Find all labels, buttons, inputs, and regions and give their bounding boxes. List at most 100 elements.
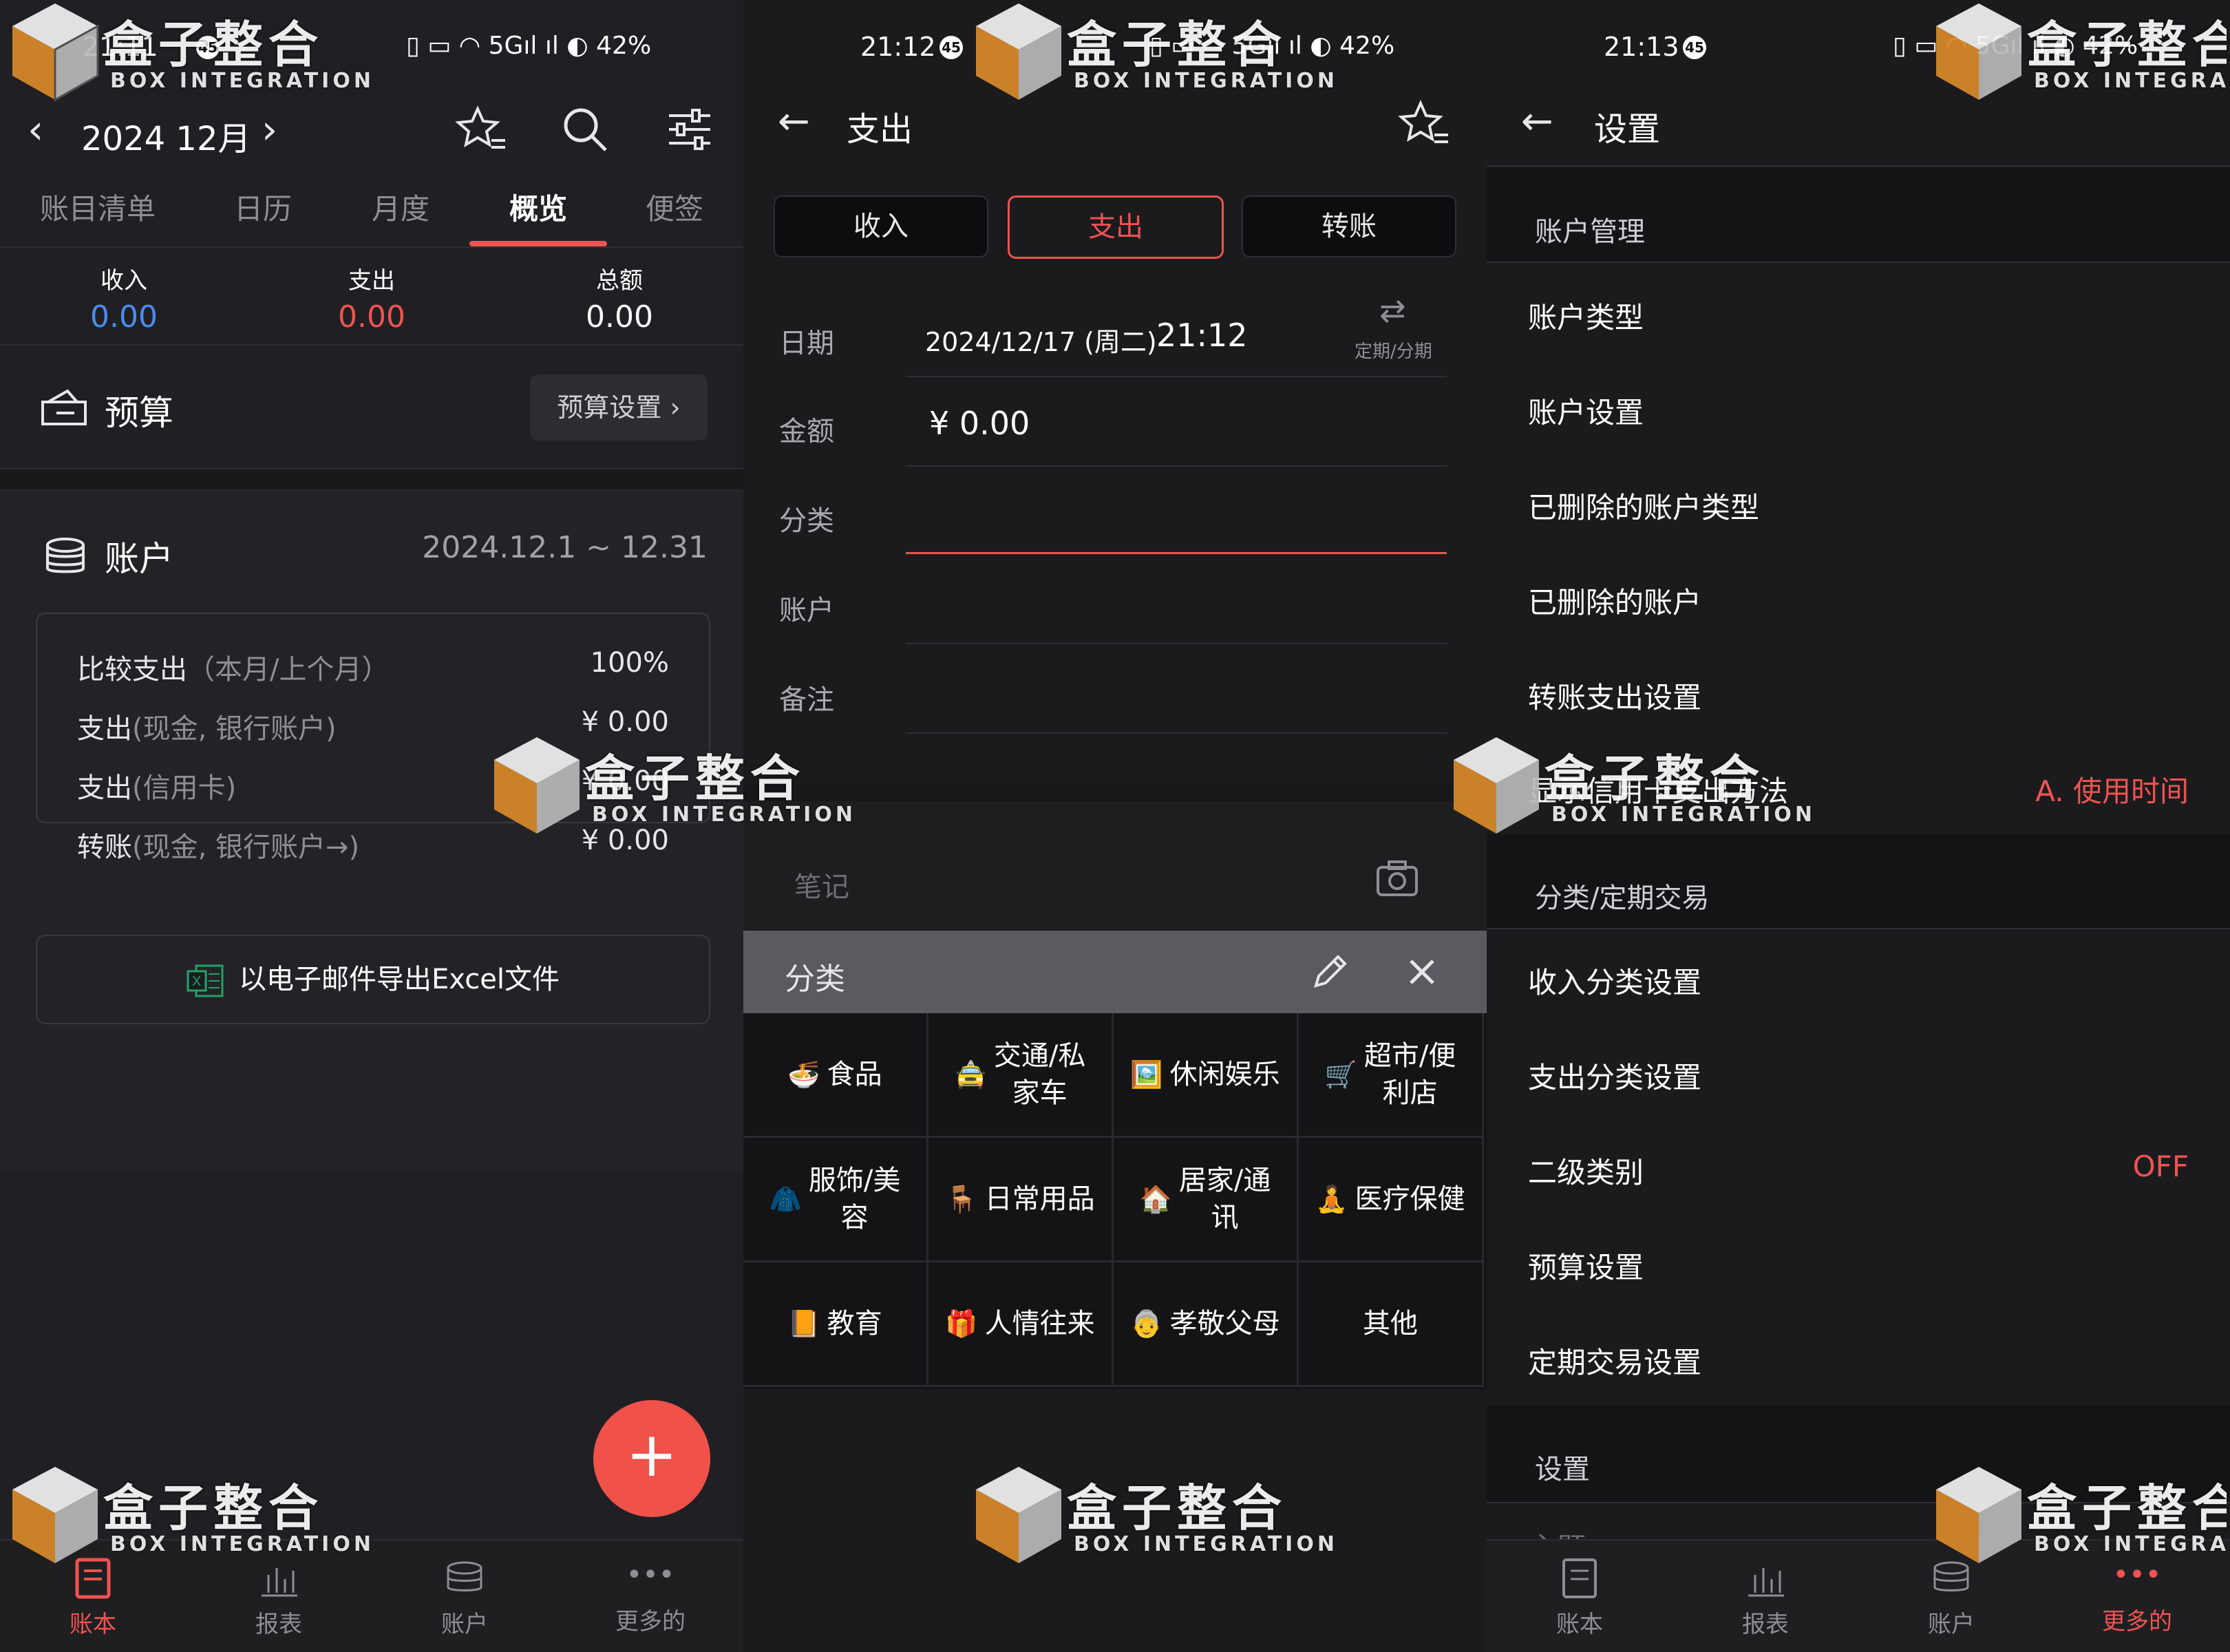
filter-settings-icon[interactable]: [662, 102, 717, 157]
category-parents[interactable]: 👵 孝敬父母: [1114, 1262, 1299, 1387]
category-food[interactable]: 🍜 食品: [743, 1013, 928, 1138]
nav-label: 报表: [255, 1611, 302, 1638]
signal-label: 5G: [1231, 32, 1267, 60]
category-label: 孝敬父母: [1169, 1308, 1280, 1339]
setting-subcategory[interactable]: 二级类别: [1528, 1150, 1644, 1192]
category-label: 休闲娱乐: [1169, 1059, 1280, 1090]
section-divider: [0, 469, 743, 489]
active-tab-indicator: [469, 241, 607, 246]
nav-more[interactable]: ••• 更多的: [2044, 1554, 2230, 1636]
current-month[interactable]: 2024 12月: [81, 112, 251, 160]
notes-field[interactable]: 笔记: [743, 785, 1487, 935]
status-bar: 21:13 45 ▯ ▭ ◠ 5Gıl ıl ◐ 42%: [1487, 0, 2230, 96]
setting-income-categories[interactable]: 收入分类设置: [1528, 960, 1701, 1002]
page-title: 设置: [1594, 110, 1661, 149]
category-other[interactable]: 其他: [1299, 1262, 1484, 1387]
signal-label: 5G: [488, 32, 524, 60]
back-arrow-icon[interactable]: ←: [778, 99, 810, 144]
budget-settings-button[interactable]: 预算设置 ›: [530, 374, 708, 441]
nav-label: 账本: [70, 1611, 116, 1638]
setting-recurring[interactable]: 定期交易设置: [1528, 1339, 1701, 1381]
close-icon[interactable]: [1405, 955, 1438, 988]
taxi-icon: 🚖: [954, 1059, 987, 1090]
nav-label: 报表: [1742, 1611, 1789, 1638]
nav-ledger[interactable]: 账本: [0, 1554, 186, 1639]
category-leisure[interactable]: 🖼️ 休闲娱乐: [1114, 1013, 1299, 1138]
edit-pencil-icon[interactable]: [1308, 950, 1352, 994]
category-health[interactable]: 🧘 医疗保健: [1299, 1138, 1484, 1262]
nav-accounts[interactable]: 账户: [1858, 1554, 2044, 1639]
search-icon[interactable]: [558, 102, 613, 157]
account-card: 比较支出（本月/上个月） 100% 支出(现金, 银行账户) ¥ 0.00 支出…: [36, 613, 710, 863]
category-home[interactable]: 🏠 居家/通 讯: [1114, 1138, 1299, 1262]
nav-ledger[interactable]: 账本: [1487, 1554, 1672, 1639]
type-income-button[interactable]: 收入: [774, 195, 988, 257]
type-expense-button[interactable]: 支出: [1008, 195, 1224, 259]
notification-badge: 45: [196, 36, 220, 59]
status-bar: 21:12 45 ▯ ▭ ◠ 5Gıl ıl ◐ 42%: [743, 0, 1487, 96]
camera-icon[interactable]: [1375, 859, 1419, 898]
field-divider: [906, 732, 1447, 734]
setting-deleted-account-types[interactable]: 已删除的账户类型: [1528, 485, 1759, 527]
tab-notes[interactable]: 便签: [646, 186, 703, 228]
back-arrow-icon[interactable]: ←: [1521, 99, 1553, 144]
setting-transfer-expense[interactable]: 转账支出设置: [1528, 675, 1701, 717]
category-gifts[interactable]: 🎁 人情往来: [928, 1262, 1114, 1387]
date-value[interactable]: 2024/12/17 (周二): [925, 321, 1157, 359]
nav-reports[interactable]: 报表: [186, 1554, 372, 1639]
elder-icon: 👵: [1130, 1309, 1163, 1339]
category-input-underline[interactable]: [906, 552, 1447, 554]
prev-month-chevron-icon[interactable]: ‹: [28, 106, 43, 153]
setting-account-types[interactable]: 账户类型: [1528, 295, 1644, 337]
setting-deleted-accounts[interactable]: 已删除的账户: [1528, 580, 1701, 622]
nav-label: 更多的: [615, 1608, 686, 1635]
budget-icon: [41, 389, 87, 425]
memo-label: 备注: [779, 684, 834, 716]
credit-card-method-value[interactable]: A. 使用时间: [2035, 768, 2189, 810]
category-transport[interactable]: 🚖 交通/私 家车: [928, 1013, 1114, 1138]
nav-accounts[interactable]: 账户: [372, 1554, 558, 1639]
group-settings: 设置: [1487, 1406, 2230, 1503]
setting-expense-categories[interactable]: 支出分类设置: [1528, 1055, 1701, 1097]
nav-reports[interactable]: 报表: [1672, 1554, 1858, 1639]
export-excel-button[interactable]: X 以电子邮件导出Excel文件: [36, 935, 710, 1024]
amount-input[interactable]: ¥ 0.00: [929, 405, 1030, 442]
time-value[interactable]: 21:12: [1156, 317, 1248, 354]
type-transfer-button[interactable]: 转账: [1242, 195, 1456, 257]
row-label: 转账: [77, 832, 132, 863]
category-supermarket[interactable]: 🛒 超市/便 利店: [1299, 1013, 1484, 1138]
subcategory-toggle-value[interactable]: OFF: [2133, 1150, 2189, 1183]
tab-monthly[interactable]: 月度: [372, 186, 429, 228]
repeat-label[interactable]: 定期/分期: [1355, 337, 1432, 363]
nav-more[interactable]: ••• 更多的: [558, 1554, 743, 1636]
ledger-book-icon: [75, 1558, 111, 1599]
setting-account-settings[interactable]: 账户设置: [1528, 390, 1644, 432]
month-summary: 收入 0.00 支出 0.00 总额 0.00: [0, 255, 743, 346]
battery-level: 42%: [2083, 32, 2138, 60]
expense-credit-row: 支出(信用卡) ¥ 0.00: [77, 765, 669, 807]
category-panel-header: 分类: [743, 931, 1487, 1013]
group-label: 设置: [1535, 1454, 1590, 1485]
battery-level: 42%: [1339, 32, 1395, 60]
star-list-icon[interactable]: [1397, 96, 1452, 151]
setting-budget[interactable]: 预算设置: [1528, 1245, 1644, 1286]
category-daily-goods[interactable]: 🪑 日常用品: [928, 1138, 1114, 1262]
repeat-icon[interactable]: ⇄: [1379, 292, 1406, 329]
tab-overview[interactable]: 概览: [509, 186, 567, 228]
month-header: ‹ 2024 12月 ›: [0, 96, 743, 172]
tab-list[interactable]: 账目清单: [40, 186, 156, 228]
bar-chart-icon: [1748, 1568, 1784, 1597]
page-title: 支出: [847, 110, 913, 149]
setting-credit-card-method[interactable]: 显示信用卡支出方法: [1528, 768, 1788, 810]
category-education[interactable]: 📙 教育: [743, 1262, 928, 1387]
nav-label: 账户: [1928, 1611, 1975, 1638]
export-excel-label: 以电子邮件导出Excel文件: [239, 964, 560, 995]
tab-calendar[interactable]: 日历: [234, 186, 292, 228]
row-value: ¥ 0.00: [581, 825, 669, 856]
field-divider: [906, 643, 1447, 644]
add-transaction-button[interactable]: +: [593, 1400, 710, 1517]
category-clothing[interactable]: 🧥 服饰/美 容: [743, 1138, 928, 1262]
star-list-icon[interactable]: [454, 102, 509, 157]
next-month-chevron-icon[interactable]: ›: [262, 106, 277, 153]
category-label: 超市/便 利店: [1363, 1040, 1456, 1109]
